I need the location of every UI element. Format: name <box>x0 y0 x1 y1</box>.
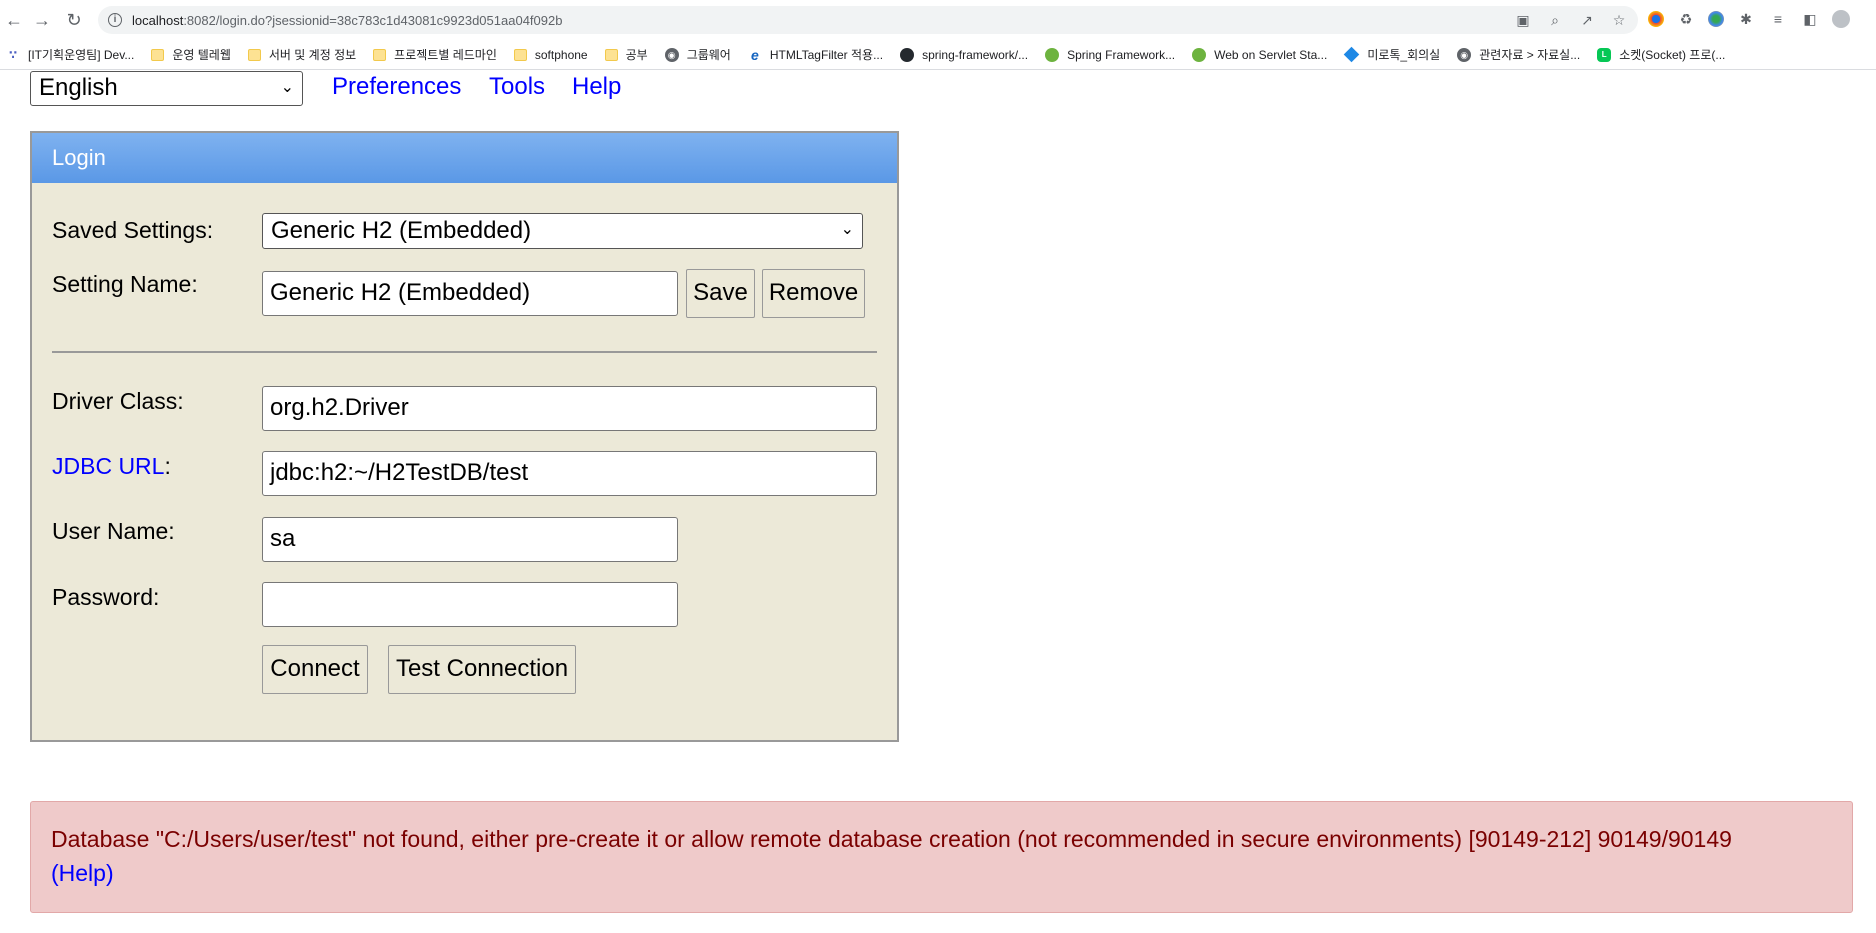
bookmark-item[interactable]: 프로젝트별 레드마인 <box>373 44 497 66</box>
ie-icon: e <box>750 46 759 63</box>
error-message: Database "C:/Users/user/test" not found,… <box>51 822 1841 890</box>
recycle-icon[interactable]: ♻ <box>1676 8 1696 30</box>
side-panel-icon[interactable]: ◧ <box>1800 8 1820 30</box>
bookmark-item[interactable]: 서버 및 계정 정보 <box>247 44 356 66</box>
jdbc-url-input[interactable]: jdbc:h2:~/H2TestDB/test <box>262 451 877 496</box>
reload-icon[interactable]: ↻ <box>62 8 86 32</box>
remove-button[interactable]: Remove <box>762 269 865 318</box>
bookmark-item[interactable]: Web on Servlet Sta... <box>1192 44 1327 66</box>
extension-globe-icon[interactable] <box>1708 11 1724 27</box>
cube-icon <box>1344 46 1360 63</box>
translate-icon[interactable]: ▣ <box>1514 10 1532 30</box>
setting-name-label: Setting Name: <box>52 271 198 297</box>
test-connection-button[interactable]: Test Connection <box>388 645 576 694</box>
reading-list-icon[interactable]: ≡ <box>1768 8 1788 30</box>
setting-name-input[interactable]: Generic H2 (Embedded) <box>262 271 678 316</box>
login-panel: Login Saved Settings: Generic H2 (Embedd… <box>30 131 899 742</box>
bookmarks-bar: ∵ [IT기획운영팀] Dev... 운영 텔레웹 서버 및 계정 정보 프로젝트… <box>0 40 1876 70</box>
user-name-input[interactable]: sa <box>262 517 678 562</box>
spring-icon <box>1192 47 1207 62</box>
line-icon: L <box>1597 47 1612 62</box>
extension-chrome-icon[interactable] <box>1648 11 1664 27</box>
share-icon[interactable]: ↗ <box>1578 10 1596 30</box>
bookmark-item[interactable]: softphone <box>513 44 588 66</box>
bookmark-item[interactable]: e HTMLTagFilter 적용... <box>748 44 883 66</box>
puzzle-icon[interactable]: ✱ <box>1736 8 1756 30</box>
save-button[interactable]: Save <box>686 269 755 318</box>
bookmark-item[interactable]: ◉ 관련자료 > 자료실... <box>1457 44 1580 66</box>
forward-icon[interactable]: → <box>30 8 54 32</box>
password-input[interactable] <box>262 582 678 627</box>
driver-class-input[interactable]: org.h2.Driver <box>262 386 877 431</box>
chevron-down-icon: ⌄ <box>280 79 294 96</box>
login-header: Login <box>32 133 897 183</box>
globe-icon: ◉ <box>1457 47 1472 62</box>
page-content: English ⌄ Preferences Tools Help Login S… <box>0 71 1876 933</box>
divider <box>52 351 877 353</box>
bookmark-item[interactable]: 운영 텔레웹 <box>151 44 231 66</box>
globe-icon: ◉ <box>664 47 679 62</box>
bookmark-item[interactable]: ◉ 그룹웨어 <box>664 44 731 66</box>
spring-icon <box>1045 47 1060 62</box>
tools-link[interactable]: Tools <box>489 73 545 101</box>
language-select[interactable]: English ⌄ <box>30 71 303 106</box>
folder-icon <box>513 48 527 61</box>
folder-icon <box>604 48 618 61</box>
saved-settings-label: Saved Settings: <box>52 217 214 243</box>
chevron-down-icon: ⌄ <box>840 221 854 238</box>
address-bar[interactable]: i localhost:8082/login.do?jsessionid=38c… <box>98 6 1638 34</box>
bookmark-item[interactable]: 공부 <box>604 44 648 66</box>
bookmark-item[interactable]: 미로톡_회의실 <box>1344 44 1440 66</box>
folder-icon <box>373 48 387 61</box>
back-icon[interactable]: ← <box>2 8 26 32</box>
error-message-box: Database "C:/Users/user/test" not found,… <box>30 801 1853 913</box>
password-label: Password: <box>52 584 160 610</box>
bookmark-item[interactable]: L 소켓(Socket) 프로(... <box>1597 44 1725 66</box>
jdbc-url-label: JDBC URL: <box>52 453 171 479</box>
help-link[interactable]: Help <box>572 73 621 101</box>
bookmark-item[interactable]: Spring Framework... <box>1045 44 1175 66</box>
github-icon <box>900 47 915 62</box>
bookmark-item[interactable]: ∵ [IT기획운영팀] Dev... <box>6 44 135 66</box>
zoom-icon[interactable]: ⌕ <box>1546 10 1564 30</box>
connect-button[interactable]: Connect <box>262 645 368 694</box>
url-text[interactable]: localhost:8082/login.do?jsessionid=38c78… <box>132 13 562 28</box>
saved-settings-select[interactable]: Generic H2 (Embedded) ⌄ <box>262 213 863 249</box>
error-help-link[interactable]: (Help) <box>51 860 114 886</box>
site-info-icon[interactable]: i <box>108 13 122 27</box>
bookmark-item[interactable]: spring-framework/... <box>900 44 1028 66</box>
driver-class-label: Driver Class: <box>52 388 184 414</box>
wave-icon: ∵ <box>8 47 18 62</box>
error-text: Database "C:/Users/user/test" not found,… <box>51 826 1732 852</box>
preferences-link[interactable]: Preferences <box>332 73 461 101</box>
browser-toolbar: ← → ↻ i localhost:8082/login.do?jsession… <box>0 0 1876 40</box>
folder-icon <box>151 48 165 61</box>
user-name-label: User Name: <box>52 518 175 544</box>
folder-icon <box>247 48 261 61</box>
bookmark-star-icon[interactable]: ☆ <box>1610 10 1628 30</box>
jdbc-url-link[interactable]: JDBC URL <box>52 453 164 479</box>
profile-avatar-icon[interactable] <box>1832 10 1850 28</box>
